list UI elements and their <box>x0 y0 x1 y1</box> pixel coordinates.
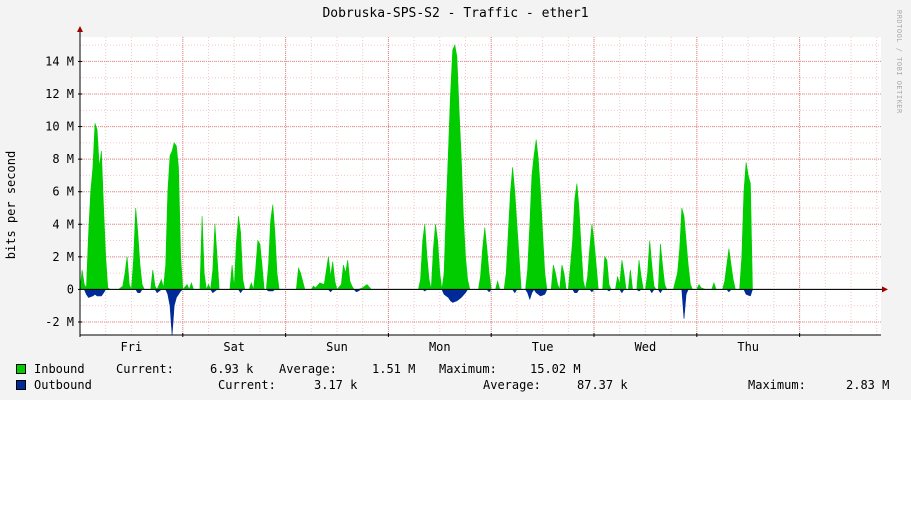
x-tick-label: Thu <box>737 340 759 354</box>
outbound-current-label: Current: <box>218 378 276 392</box>
y-tick-label: 10 M <box>45 120 74 134</box>
x-tick-label: Fri <box>121 340 143 354</box>
legend-inbound: Inbound Current: 6.93 k Average: 1.51 M … <box>16 362 906 376</box>
x-tick-labels: Fri Sat Sun Mon Tue Wed Thu <box>121 340 760 354</box>
inbound-name: Inbound <box>34 362 85 376</box>
outbound-name: Outbound <box>34 378 92 392</box>
x-tick-label: Sun <box>326 340 348 354</box>
outbound-swatch <box>16 380 26 390</box>
outbound-current-value: 3.17 k <box>314 378 358 392</box>
x-axis-arrow <box>882 286 888 293</box>
outbound-average-label: Average: <box>483 378 541 392</box>
y-tick-label: 4 M <box>52 217 74 231</box>
y-tick-labels: -2 M 0 2 M 4 M 6 M 8 M 10 M 12 M 14 M <box>45 54 74 329</box>
y-tick-label: 12 M <box>45 87 74 101</box>
inbound-current-label: Current: <box>116 362 174 376</box>
x-tick-label: Tue <box>532 340 554 354</box>
traffic-chart: -2 M 0 2 M 4 M 6 M 8 M 10 M 12 M 14 M Fri Sat Sun M… <box>45 26 888 354</box>
inbound-swatch <box>16 364 26 374</box>
inbound-average-value: 1.51 M <box>372 362 416 376</box>
y-tick-label: 8 M <box>52 152 74 166</box>
outbound-maximum-value: 2.83 M <box>846 378 890 392</box>
y-tick-label: 6 M <box>52 185 74 199</box>
legend-outbound: Outbound Current: 3.17 k Average: 87.37 … <box>16 378 906 392</box>
outbound-average-value: 87.37 k <box>577 378 628 392</box>
y-tick-label: 2 M <box>52 250 74 264</box>
y-tick-label: 14 M <box>45 54 74 68</box>
x-tick-label: Mon <box>429 340 451 354</box>
inbound-maximum-label: Maximum: <box>439 362 497 376</box>
y-tick-label: 0 <box>67 282 74 296</box>
graph-frame: Dobruska-SPS-S2 - Traffic - ether1 RRDTO… <box>0 0 911 400</box>
outbound-maximum-label: Maximum: <box>748 378 806 392</box>
y-axis-arrow <box>77 26 83 32</box>
inbound-current-value: 6.93 k <box>210 362 254 376</box>
plot-area <box>80 37 881 335</box>
x-tick-label: Sat <box>223 340 245 354</box>
inbound-maximum-value: 15.02 M <box>530 362 581 376</box>
x-tick-label: Wed <box>635 340 657 354</box>
inbound-average-label: Average: <box>279 362 337 376</box>
y-tick-label: -2 M <box>45 315 74 329</box>
